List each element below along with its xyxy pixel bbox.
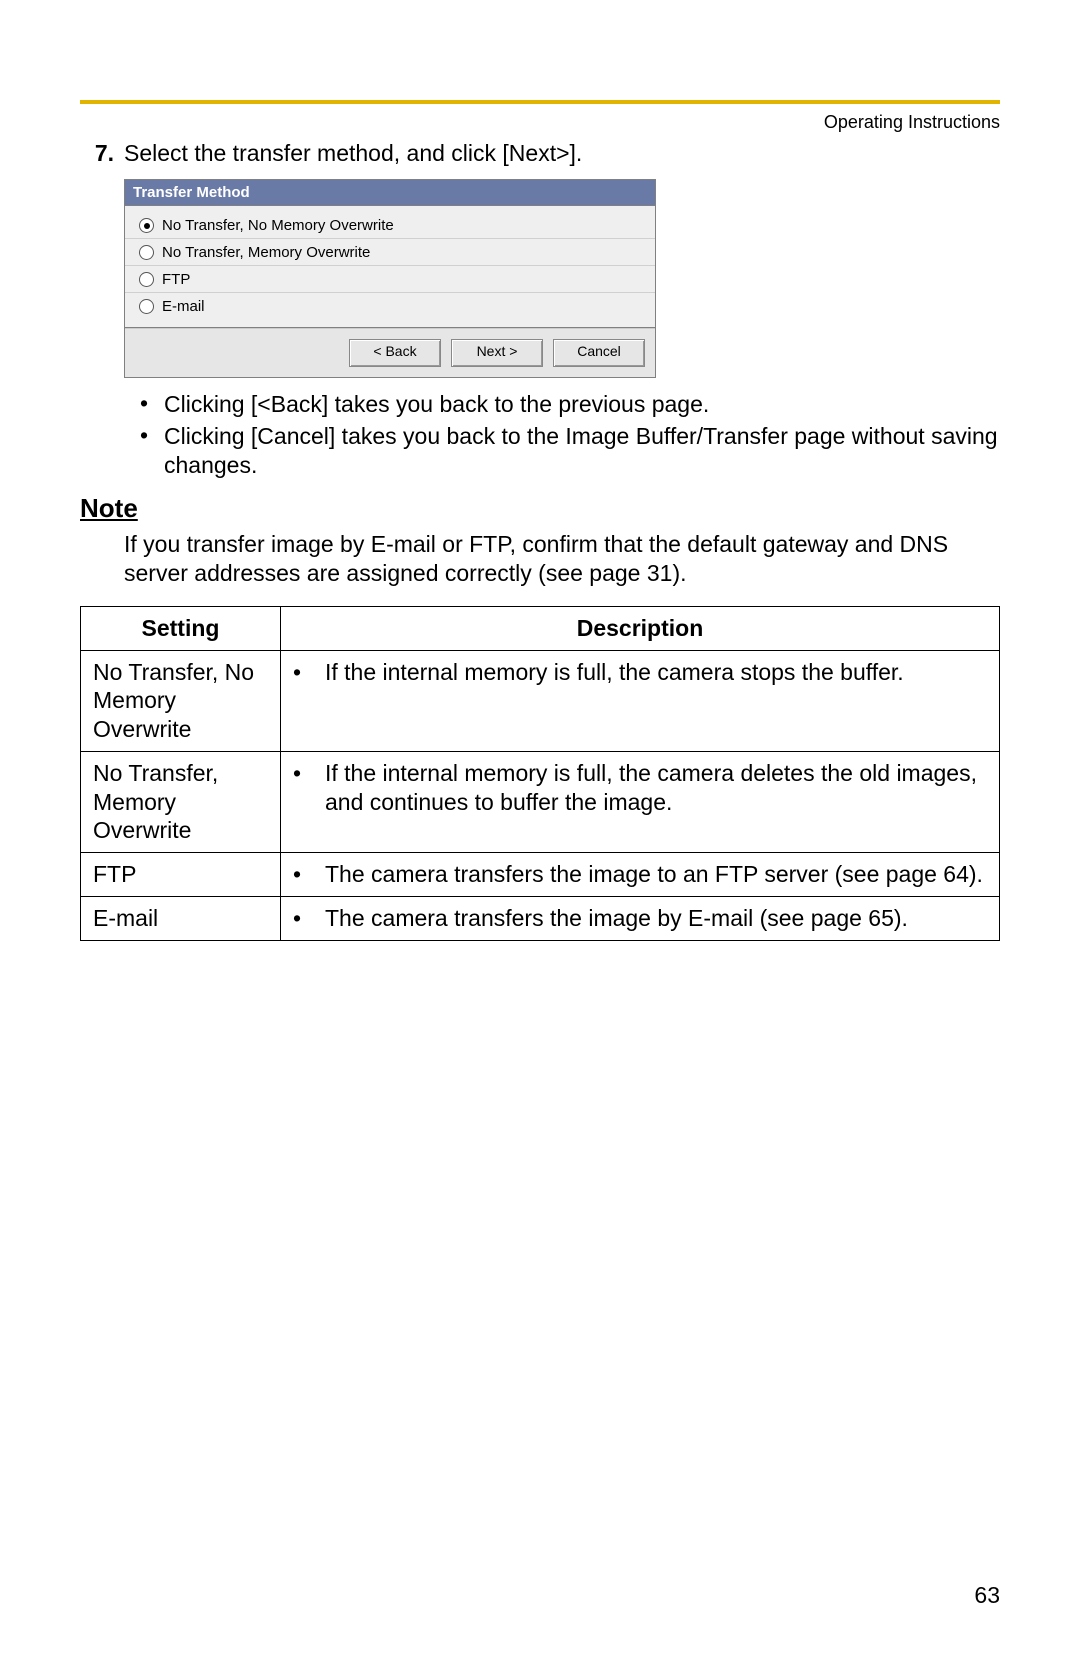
bullet-icon: • xyxy=(293,860,325,889)
list-item: • Clicking [Cancel] takes you back to th… xyxy=(124,422,1000,480)
cell-description: • If the internal memory is full, the ca… xyxy=(281,751,1000,852)
table-row: No Transfer, Memory Overwrite • If the i… xyxy=(81,751,1000,852)
radio-option-ftp[interactable]: FTP xyxy=(125,266,655,293)
bullet-text: Clicking [Cancel] takes you back to the … xyxy=(164,422,1000,480)
radio-option-no-transfer-no-overwrite[interactable]: No Transfer, No Memory Overwrite xyxy=(125,212,655,239)
radio-icon xyxy=(139,272,154,287)
note-heading: Note xyxy=(80,493,1000,524)
transfer-method-dialog: Transfer Method No Transfer, No Memory O… xyxy=(124,179,656,378)
cell-setting: FTP xyxy=(81,853,281,897)
note-body: If you transfer image by E-mail or FTP, … xyxy=(124,530,1000,588)
radio-label: FTP xyxy=(162,271,190,288)
doc-title: Operating Instructions xyxy=(824,112,1000,133)
step-number: 7. xyxy=(80,140,124,167)
back-button[interactable]: < Back xyxy=(349,339,441,367)
cell-description-text: The camera transfers the image to an FTP… xyxy=(325,860,987,889)
cell-description: • The camera transfers the image to an F… xyxy=(281,853,1000,897)
dialog-title: Transfer Method xyxy=(125,180,655,206)
dialog-button-bar: < Back Next > Cancel xyxy=(125,328,655,377)
bullet-icon: • xyxy=(124,422,164,480)
cell-setting: E-mail xyxy=(81,896,281,940)
bullet-text: Clicking [<Back] takes you back to the p… xyxy=(164,390,1000,419)
step-text: Select the transfer method, and click [N… xyxy=(124,140,1000,167)
top-rule xyxy=(80,100,1000,104)
table-row: No Transfer, No Memory Overwrite • If th… xyxy=(81,650,1000,751)
radio-option-email[interactable]: E-mail xyxy=(125,293,655,319)
document-page: Operating Instructions 7. Select the tra… xyxy=(0,0,1080,1669)
radio-icon xyxy=(139,218,154,233)
radio-icon xyxy=(139,245,154,260)
radio-label: No Transfer, Memory Overwrite xyxy=(162,244,370,261)
bullet-icon: • xyxy=(293,658,325,687)
th-setting: Setting xyxy=(81,606,281,650)
table-row: FTP • The camera transfers the image to … xyxy=(81,853,1000,897)
settings-table: Setting Description No Transfer, No Memo… xyxy=(80,606,1000,941)
bullet-icon: • xyxy=(293,759,325,817)
cell-description-text: If the internal memory is full, the came… xyxy=(325,759,987,817)
dialog-body: No Transfer, No Memory Overwrite No Tran… xyxy=(125,206,655,321)
cell-setting: No Transfer, No Memory Overwrite xyxy=(81,650,281,751)
th-description: Description xyxy=(281,606,1000,650)
radio-icon xyxy=(139,299,154,314)
radio-label: No Transfer, No Memory Overwrite xyxy=(162,217,394,234)
page-number: 63 xyxy=(974,1582,1000,1609)
sub-bullet-list: • Clicking [<Back] takes you back to the… xyxy=(124,390,1000,479)
cell-description-text: If the internal memory is full, the came… xyxy=(325,658,987,687)
page-content: 7. Select the transfer method, and click… xyxy=(80,140,1000,941)
table-header-row: Setting Description xyxy=(81,606,1000,650)
bullet-icon: • xyxy=(293,904,325,933)
cancel-button[interactable]: Cancel xyxy=(553,339,645,367)
cell-description: • If the internal memory is full, the ca… xyxy=(281,650,1000,751)
list-item: • Clicking [<Back] takes you back to the… xyxy=(124,390,1000,419)
step-row: 7. Select the transfer method, and click… xyxy=(80,140,1000,167)
cell-description-text: The camera transfers the image by E-mail… xyxy=(325,904,987,933)
radio-label: E-mail xyxy=(162,298,205,315)
bullet-icon: • xyxy=(124,390,164,419)
table-row: E-mail • The camera transfers the image … xyxy=(81,896,1000,940)
cell-description: • The camera transfers the image by E-ma… xyxy=(281,896,1000,940)
cell-setting: No Transfer, Memory Overwrite xyxy=(81,751,281,852)
next-button[interactable]: Next > xyxy=(451,339,543,367)
radio-option-no-transfer-overwrite[interactable]: No Transfer, Memory Overwrite xyxy=(125,239,655,266)
